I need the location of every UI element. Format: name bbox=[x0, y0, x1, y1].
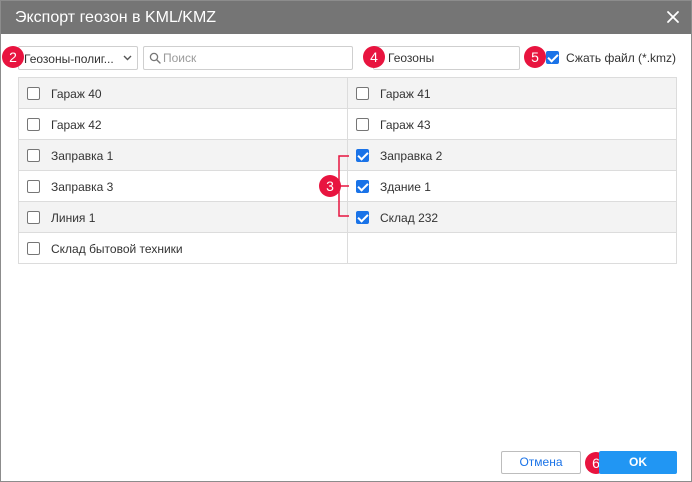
cancel-button[interactable]: Отмена bbox=[501, 451, 581, 474]
search-icon bbox=[149, 52, 161, 64]
compress-label: Сжать файл (*.kmz) bbox=[566, 51, 677, 65]
geofence-checkbox[interactable] bbox=[356, 211, 369, 224]
marker-4: 4 bbox=[363, 46, 385, 68]
geofence-label: Склад 232 bbox=[380, 211, 439, 225]
chevron-down-icon bbox=[123, 55, 132, 61]
dialog-title: Экспорт геозон в KML/KMZ bbox=[15, 9, 217, 26]
geofence-checkbox[interactable] bbox=[27, 87, 40, 100]
file-name-field[interactable] bbox=[373, 46, 520, 70]
search-field[interactable] bbox=[143, 46, 353, 70]
list-item[interactable]: Гараж 43 bbox=[348, 109, 676, 140]
list-item[interactable]: Склад бытовой техники bbox=[19, 233, 347, 264]
list-item[interactable]: Линия 1 bbox=[19, 202, 347, 233]
list-item[interactable]: Гараж 40 bbox=[19, 78, 347, 109]
list-item[interactable]: Здание 1 bbox=[348, 171, 676, 202]
list-item[interactable]: Склад 232 bbox=[348, 202, 676, 233]
dialog-titlebar: Экспорт геозон в KML/KMZ bbox=[1, 1, 691, 34]
geofence-checkbox[interactable] bbox=[27, 149, 40, 162]
geofence-label: Гараж 42 bbox=[51, 118, 102, 132]
geofence-label: Здание 1 bbox=[380, 180, 431, 194]
list-item[interactable]: Гараж 41 bbox=[348, 78, 676, 109]
geofence-type-select[interactable]: Геозоны-полиг... bbox=[18, 46, 138, 70]
marker-3: 3 bbox=[319, 175, 341, 197]
marker-5: 5 bbox=[524, 46, 546, 68]
search-input[interactable] bbox=[163, 50, 348, 66]
close-icon[interactable] bbox=[665, 9, 681, 25]
geofence-checkbox[interactable] bbox=[27, 242, 40, 255]
list-item[interactable]: Заправка 1 bbox=[19, 140, 347, 171]
geofence-checkbox[interactable] bbox=[356, 149, 369, 162]
geofence-label: Заправка 3 bbox=[51, 180, 114, 194]
geofence-type-value: Геозоны-полиг... bbox=[24, 52, 114, 66]
geofence-checkbox[interactable] bbox=[356, 180, 369, 193]
geofence-checkbox[interactable] bbox=[27, 211, 40, 224]
geofence-label: Гараж 41 bbox=[380, 87, 431, 101]
list-item[interactable]: Заправка 3 bbox=[19, 171, 347, 202]
marker-2: 2 bbox=[2, 46, 24, 68]
geofence-label: Заправка 1 bbox=[51, 149, 114, 163]
geofence-label: Гараж 43 bbox=[380, 118, 431, 132]
geofence-checkbox[interactable] bbox=[356, 87, 369, 100]
list-item[interactable]: Гараж 42 bbox=[19, 109, 347, 140]
compress-checkbox[interactable] bbox=[546, 51, 559, 64]
geofence-label: Гараж 40 bbox=[51, 87, 102, 101]
export-geofences-dialog: Экспорт геозон в KML/KMZ Геозоны-полиг..… bbox=[0, 0, 692, 482]
geofence-label: Линия 1 bbox=[51, 211, 96, 225]
geofence-checkbox[interactable] bbox=[356, 118, 369, 131]
list-item[interactable]: Заправка 2 bbox=[348, 140, 676, 171]
file-name-input[interactable] bbox=[388, 50, 516, 66]
geofence-label: Заправка 2 bbox=[380, 149, 443, 163]
ok-button[interactable]: OK bbox=[599, 451, 677, 474]
geofence-label: Склад бытовой техники bbox=[51, 242, 183, 256]
geofence-checkbox[interactable] bbox=[27, 180, 40, 193]
geofence-checkbox[interactable] bbox=[27, 118, 40, 131]
